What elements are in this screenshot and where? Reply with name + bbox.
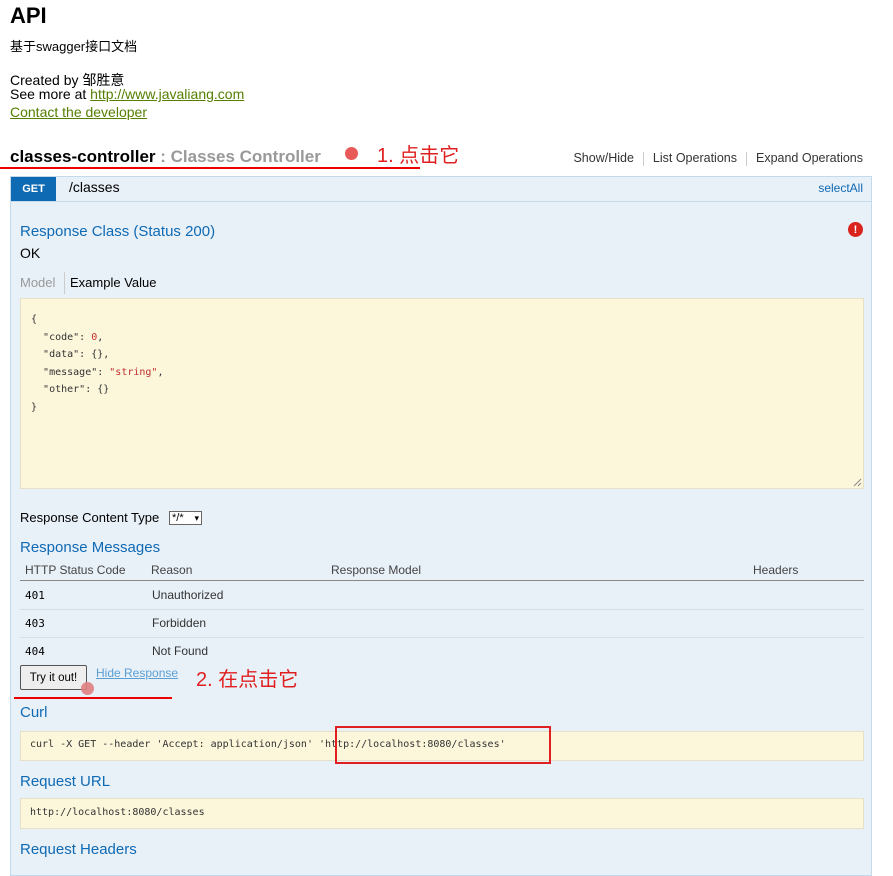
table-row: 403 Forbidden xyxy=(20,609,864,638)
request-headers-heading: Request Headers xyxy=(20,841,137,858)
controller-heading[interactable]: classes-controller : Classes Controller xyxy=(10,147,321,167)
th-response-model: Response Model xyxy=(331,563,422,577)
json-val-message: "string" xyxy=(109,366,158,378)
annotation-dot-1 xyxy=(345,147,358,160)
curl-heading: Curl xyxy=(20,704,48,721)
status-reason: Not Found xyxy=(152,644,209,658)
json-val-other: {} xyxy=(97,384,110,395)
table-row: 404 Not Found xyxy=(20,637,864,665)
example-json: { "code": 0, "data": {}, "message": "str… xyxy=(31,314,164,413)
api-title: API xyxy=(10,3,47,28)
contact-developer-link[interactable]: Contact the developer xyxy=(10,104,147,120)
response-content-type-label: Response Content Type xyxy=(20,510,160,525)
th-reason: Reason xyxy=(151,563,193,577)
controller-display-name[interactable]: : Classes Controller xyxy=(156,147,321,166)
link-divider xyxy=(642,151,644,166)
controller-name[interactable]: classes-controller xyxy=(10,147,156,166)
response-content-type-value: */* xyxy=(172,512,184,524)
json-key-data: "data" xyxy=(43,349,80,360)
http-method-badge[interactable]: GET xyxy=(11,177,56,201)
json-val-code: 0 xyxy=(91,331,98,343)
tab-model[interactable]: Model xyxy=(20,275,55,290)
json-key-code: "code" xyxy=(43,331,80,343)
hide-response-link[interactable]: Hide Response xyxy=(96,666,178,680)
annotation-underline-1 xyxy=(0,167,420,169)
show-hide-link[interactable]: Show/Hide xyxy=(573,151,633,165)
operation-divider xyxy=(11,201,871,202)
status-reason: Unauthorized xyxy=(152,588,224,602)
th-headers: Headers xyxy=(753,563,799,577)
api-description: 基于swagger接口文档 xyxy=(10,39,138,54)
website-link[interactable]: http://www.javaliang.com xyxy=(90,86,244,102)
json-key-other: "other" xyxy=(43,384,86,395)
response-class-heading: Response Class (Status 200) xyxy=(20,223,216,240)
annotation-text-2: 2. 在点击它 xyxy=(196,669,299,691)
status-code: 403 xyxy=(25,617,45,630)
see-more-line: See more at http://www.javaliang.com xyxy=(10,86,244,102)
annotation-underline-2 xyxy=(14,697,172,699)
chevron-down-icon: ▾ xyxy=(194,513,199,523)
json-key-message: "message" xyxy=(43,366,98,378)
annotation-dot-2 xyxy=(81,682,94,695)
expand-operations-link[interactable]: Expand Operations xyxy=(756,151,863,165)
resize-handle-icon[interactable] xyxy=(853,478,862,487)
list-operations-link[interactable]: List Operations xyxy=(653,151,737,165)
status-code: 401 xyxy=(25,589,45,602)
response-content-type-select[interactable]: */* ▾ xyxy=(169,511,202,525)
th-status-code: HTTP Status Code xyxy=(25,563,126,577)
error-icon: ! xyxy=(848,222,863,237)
request-url-heading: Request URL xyxy=(20,773,111,790)
try-it-out-button[interactable]: Try it out! xyxy=(20,665,87,690)
select-all-link[interactable]: selectAll xyxy=(818,181,863,195)
url-highlight-box xyxy=(335,726,551,764)
see-more-prefix: See more at xyxy=(10,86,91,102)
request-url-value: http://localhost:8080/classes xyxy=(30,807,205,818)
operation-path[interactable]: /classes xyxy=(69,179,120,195)
annotation-text-1: 1. 点击它 xyxy=(377,145,460,167)
response-class-value: OK xyxy=(20,245,41,261)
table-row: 401 Unauthorized xyxy=(20,581,864,610)
table-header-row: HTTP Status Code Reason Response Model H… xyxy=(20,562,864,581)
status-code: 404 xyxy=(25,645,45,658)
link-divider xyxy=(745,151,747,166)
operations-links: Show/Hide List Operations Expand Operation… xyxy=(573,151,863,166)
status-reason: Forbidden xyxy=(152,616,207,630)
response-messages-heading: Response Messages xyxy=(20,539,161,556)
tab-example-value[interactable]: Example Value xyxy=(70,275,156,290)
tab-divider xyxy=(64,272,65,294)
json-val-data: {} xyxy=(91,349,104,360)
